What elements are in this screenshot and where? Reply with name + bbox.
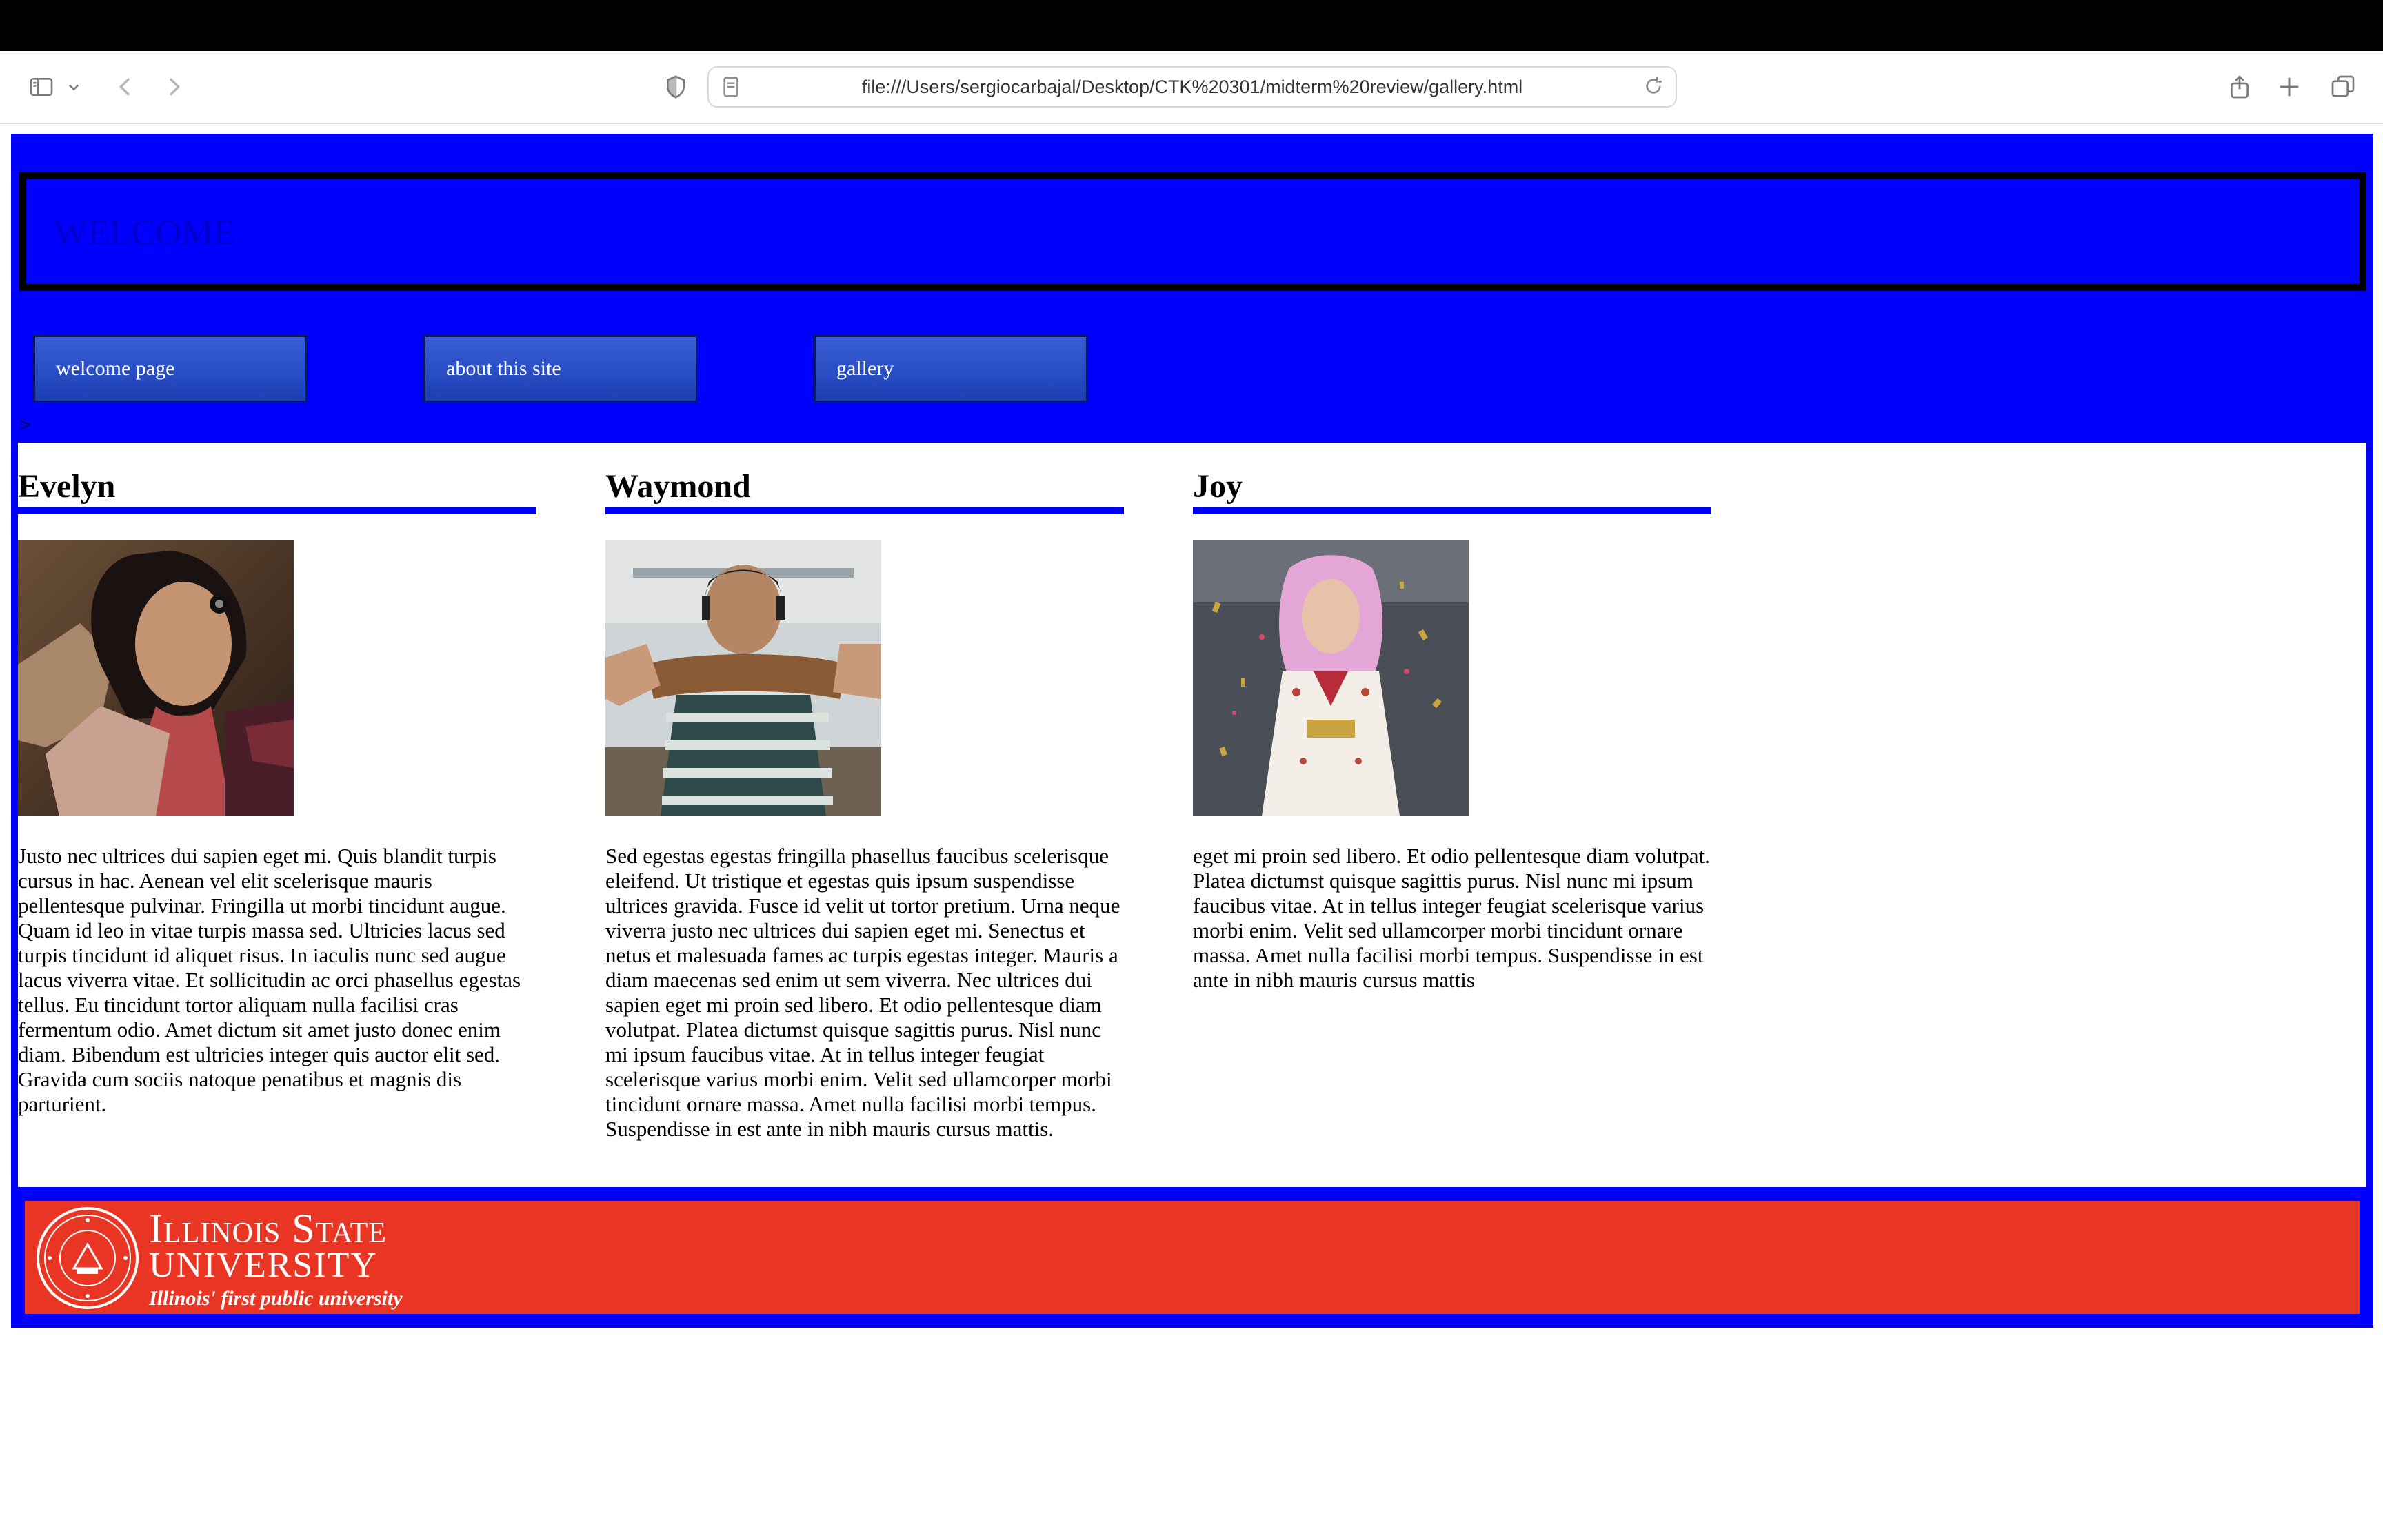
joy-photo bbox=[1193, 540, 1469, 816]
gallery-card-evelyn: Evelyn Justo nec ultrices dui sapien ege… bbox=[18, 467, 536, 1117]
new-tab-icon[interactable] bbox=[2274, 72, 2304, 102]
gallery-card-joy: Joy eget mi proin sed libero. Et odio pe… bbox=[1193, 467, 1711, 993]
page-icon bbox=[723, 77, 738, 97]
address-bar[interactable]: file:///Users/sergiocarbajal/Desktop/CTK… bbox=[707, 66, 1677, 108]
nav-welcome-page[interactable]: welcome page bbox=[33, 335, 308, 403]
browser-toolbar: file:///Users/sergiocarbajal/Desktop/CTK… bbox=[0, 51, 2383, 124]
university-name-line1: Illinois State bbox=[149, 1206, 387, 1251]
privacy-shield-icon[interactable] bbox=[661, 72, 691, 102]
nav-gallery[interactable]: gallery bbox=[814, 335, 1088, 403]
back-icon[interactable] bbox=[110, 72, 141, 102]
header-title: WELCOME bbox=[54, 213, 235, 252]
url-text: file:///Users/sergiocarbajal/Desktop/CTK… bbox=[861, 76, 1523, 97]
university-tagline: Illinois' first public university bbox=[149, 1287, 403, 1310]
gallery-section: Evelyn Justo nec ultrices dui sapien ege… bbox=[18, 443, 2366, 1187]
gallery-card-waymond: Waymond Sed egestas egestas fringilla ph… bbox=[605, 467, 1124, 1142]
university-name-line2: University bbox=[149, 1246, 378, 1285]
university-seal-logo bbox=[37, 1207, 139, 1309]
card-description: Justo nec ultrices dui sapien eget mi. Q… bbox=[18, 844, 521, 1116]
chevron-down-icon[interactable] bbox=[63, 72, 84, 102]
share-icon[interactable] bbox=[2224, 72, 2255, 102]
stray-character: > bbox=[19, 414, 31, 436]
card-description: eget mi proin sed libero. Et odio pellen… bbox=[1193, 844, 1710, 992]
reload-icon[interactable] bbox=[1642, 75, 1665, 97]
card-title: Waymond bbox=[605, 467, 1124, 514]
sidebar-icon[interactable] bbox=[26, 72, 57, 102]
evelyn-photo bbox=[18, 540, 294, 816]
header-banner: WELCOME bbox=[19, 172, 2366, 291]
os-menu-bar bbox=[0, 0, 2383, 51]
card-title: Evelyn bbox=[18, 467, 536, 514]
card-description: Sed egestas egestas fringilla phasellus … bbox=[605, 844, 1120, 1141]
waymond-photo bbox=[605, 540, 881, 816]
card-title: Joy bbox=[1193, 467, 1711, 514]
university-wordmark: Illinois State University Illinois' firs… bbox=[149, 1206, 403, 1311]
forward-icon[interactable] bbox=[159, 72, 189, 102]
footer-banner: Illinois State University Illinois' firs… bbox=[25, 1201, 2360, 1314]
tab-overview-icon[interactable] bbox=[2328, 72, 2358, 102]
page-container: WELCOME welcome page about this site gal… bbox=[11, 134, 2373, 1328]
nav-about-this-site[interactable]: about this site bbox=[423, 335, 698, 403]
